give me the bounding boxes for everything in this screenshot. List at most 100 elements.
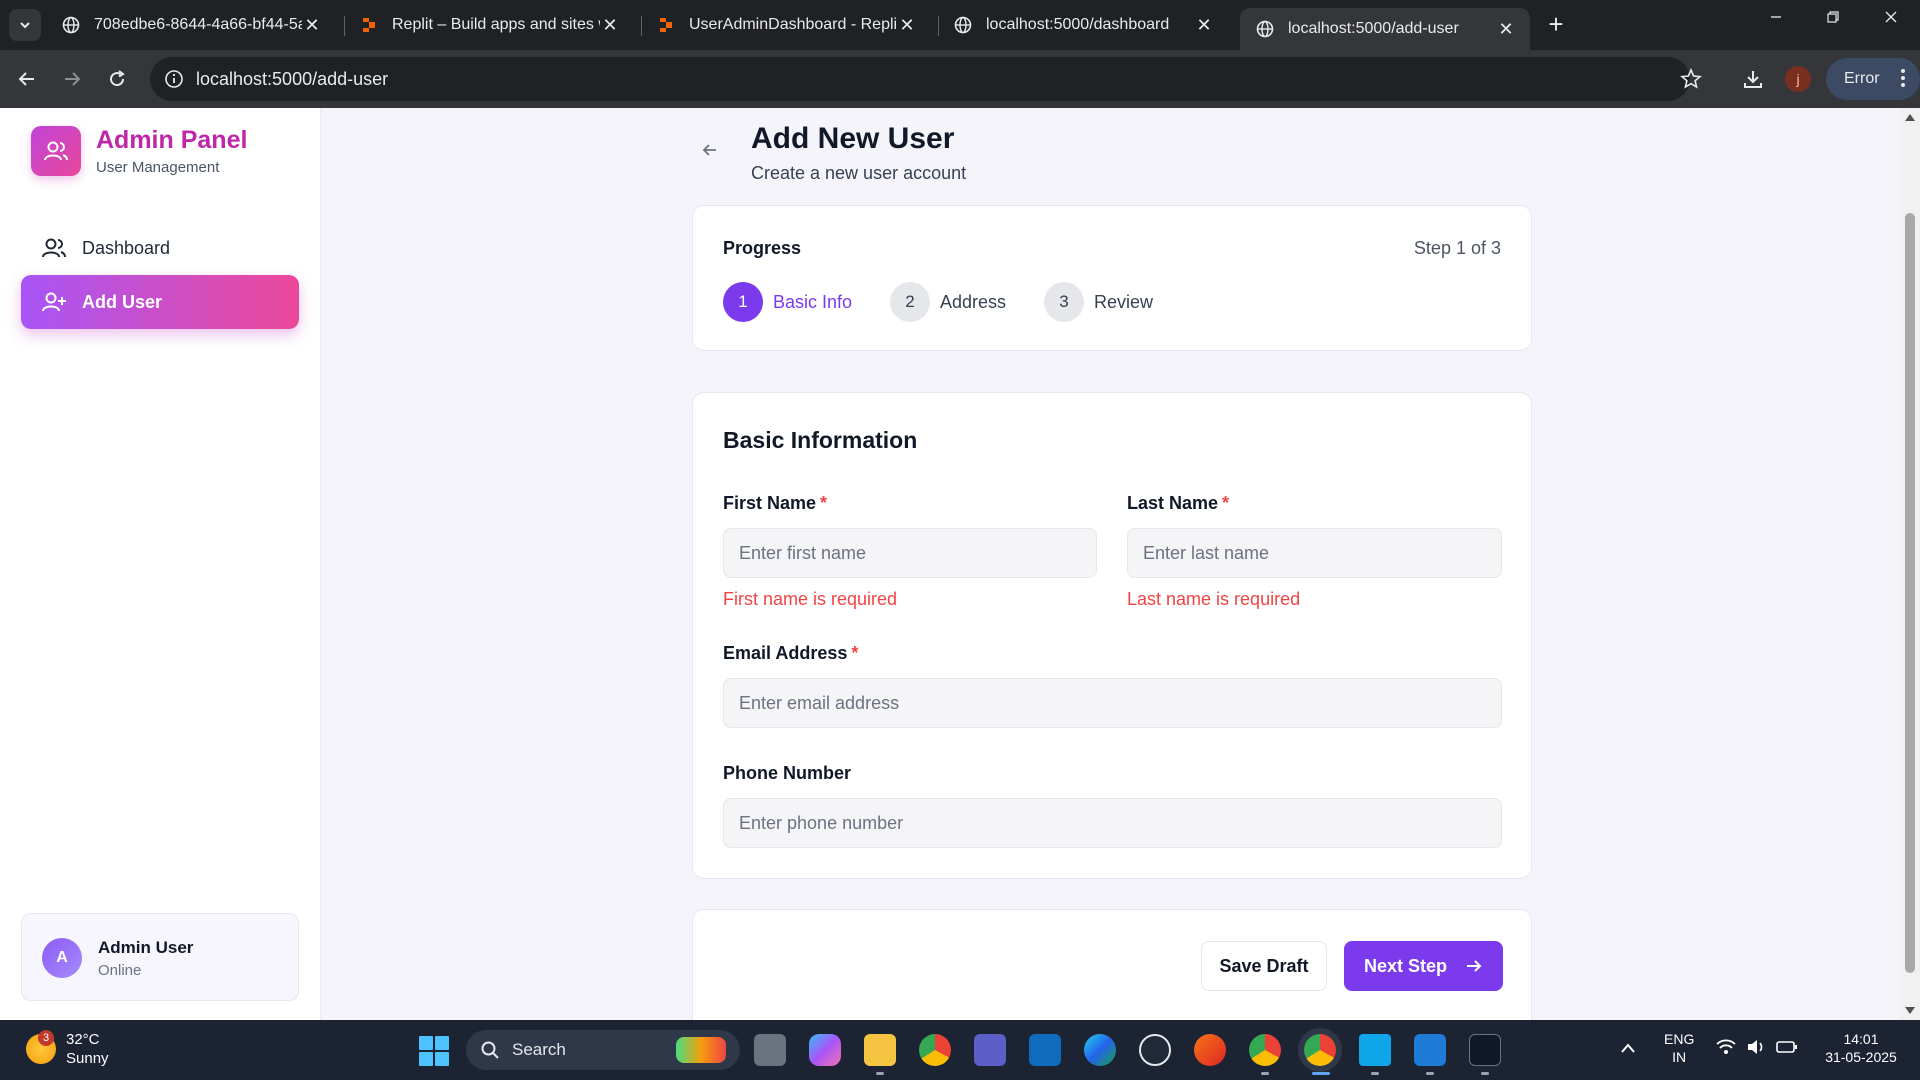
dell-icon[interactable] xyxy=(1139,1034,1171,1066)
sidebar: Admin Panel User Management Dashboard Ad… xyxy=(0,108,320,1020)
globe-icon xyxy=(1256,20,1274,38)
replit-icon xyxy=(360,16,378,34)
current-user-card[interactable]: A Admin User Online xyxy=(21,913,299,1001)
scroll-down-icon[interactable] xyxy=(1904,1006,1916,1016)
sidebar-item-dashboard[interactable]: Dashboard xyxy=(21,221,299,275)
user-name: Admin User xyxy=(98,938,194,957)
close-icon[interactable]: ✕ xyxy=(1194,15,1214,36)
first-name-input[interactable] xyxy=(723,528,1097,578)
phone-field[interactable] xyxy=(723,798,1502,848)
app-running-indicator xyxy=(1426,1072,1434,1075)
brand-title: Admin Panel xyxy=(96,126,248,154)
first-name-error: First name is required xyxy=(723,589,898,609)
browser-tab-1[interactable]: 708edbe6-8644-4a66-bf44-5a0 ✕ xyxy=(46,8,336,42)
site-info-icon[interactable] xyxy=(164,69,184,89)
restore-button[interactable] xyxy=(1813,8,1853,29)
sun-icon: 3 xyxy=(26,1030,56,1064)
label-text: First Name xyxy=(723,493,817,513)
volume-icon[interactable] xyxy=(1746,1039,1766,1059)
notepad-icon[interactable] xyxy=(1359,1034,1391,1066)
copilot-icon[interactable] xyxy=(809,1034,841,1066)
back-button[interactable] xyxy=(10,62,44,96)
browser-tab-2[interactable]: Replit – Build apps and sites wit ✕ xyxy=(344,8,634,42)
tab-title: localhost:5000/add-user xyxy=(1288,20,1459,37)
tray-overflow-icon[interactable] xyxy=(1620,1040,1636,1058)
clock[interactable]: 14:01 31-05-2025 xyxy=(1816,1030,1906,1066)
forward-button[interactable] xyxy=(55,62,89,96)
error-button[interactable]: Error xyxy=(1826,58,1920,100)
next-step-label: Next Step xyxy=(1363,955,1448,976)
terminal-icon[interactable] xyxy=(1469,1034,1501,1066)
windows-taskbar: 3 32°C Sunny Search ENG IN 14:01 31-05-2… xyxy=(0,1020,1920,1080)
replit-icon xyxy=(657,16,675,34)
chrome-icon[interactable] xyxy=(919,1034,951,1066)
close-icon[interactable]: ✕ xyxy=(897,15,917,36)
microsoft-store-icon[interactable] xyxy=(1029,1034,1061,1066)
language-indicator[interactable]: ENG IN xyxy=(1664,1030,1694,1066)
scrollbar-thumb[interactable] xyxy=(1905,213,1915,973)
minimize-icon xyxy=(1771,16,1781,18)
weather-widget[interactable]: 3 32°C Sunny xyxy=(26,1030,109,1068)
step-review[interactable]: 3 Review xyxy=(1044,282,1153,322)
last-name-error: Last name is required xyxy=(1127,589,1301,609)
close-icon[interactable]: ✕ xyxy=(600,15,620,36)
browser-tab-3[interactable]: UserAdminDashboard - Replit ✕ xyxy=(641,8,931,42)
new-tab-button[interactable]: + xyxy=(1542,10,1570,38)
step-basic-info[interactable]: 1 Basic Info xyxy=(723,282,852,322)
downloads-button[interactable] xyxy=(1736,62,1770,96)
weather-condition: Sunny xyxy=(66,1050,109,1067)
step-address[interactable]: 2 Address xyxy=(890,282,1006,322)
url-text[interactable]: localhost:5000/add-user xyxy=(196,69,388,90)
browser-tab-5-active[interactable]: localhost:5000/add-user ✕ xyxy=(1240,8,1530,50)
clock-time: 14:01 xyxy=(1843,1031,1879,1047)
minimize-button[interactable] xyxy=(1756,8,1796,29)
required-mark: * xyxy=(820,493,828,513)
back-arrow-button[interactable] xyxy=(700,140,724,164)
browser-tab-4[interactable]: localhost:5000/dashboard ✕ xyxy=(938,8,1228,42)
battery-icon[interactable] xyxy=(1776,1039,1798,1059)
profile-avatar[interactable]: j xyxy=(1785,66,1811,92)
reload-button[interactable] xyxy=(100,62,134,96)
start-button[interactable] xyxy=(419,1036,449,1066)
browser-toolbar: localhost:5000/add-user j Error xyxy=(0,50,1920,108)
step-number: 3 xyxy=(1044,282,1084,322)
main-content: Add New User Create a new user account P… xyxy=(320,108,1900,1020)
step-counter: Step 1 of 3 xyxy=(1413,238,1501,258)
brand-subtitle: User Management xyxy=(96,159,220,176)
edge-icon[interactable] xyxy=(1084,1034,1116,1066)
tab-title: UserAdminDashboard - Replit xyxy=(689,16,897,33)
task-view-icon[interactable] xyxy=(754,1034,786,1066)
tab-title: localhost:5000/dashboard xyxy=(986,16,1170,33)
app-running-indicator xyxy=(876,1072,884,1075)
app-running-indicator xyxy=(1261,1072,1269,1075)
step-label: Basic Info xyxy=(773,291,853,312)
wifi-icon[interactable] xyxy=(1716,1039,1736,1059)
email-field[interactable] xyxy=(723,678,1502,728)
address-bar[interactable]: localhost:5000/add-user xyxy=(150,57,1702,101)
page-scrollbar[interactable] xyxy=(1900,108,1920,1020)
scroll-up-icon[interactable] xyxy=(1904,112,1916,122)
close-icon[interactable]: ✕ xyxy=(302,15,322,36)
tab-search-button[interactable] xyxy=(9,9,41,41)
teams-icon[interactable] xyxy=(974,1034,1006,1066)
sidebar-item-add-user[interactable]: Add User xyxy=(21,275,299,329)
chrome-active-icon[interactable] xyxy=(1304,1034,1336,1066)
taskbar-search[interactable]: Search xyxy=(466,1030,740,1070)
globe-icon xyxy=(954,16,972,34)
next-step-button[interactable]: Next Step xyxy=(1344,941,1503,991)
chrome-profile-icon[interactable] xyxy=(1249,1034,1281,1066)
page-title: Add New User xyxy=(751,122,955,155)
vscode-icon[interactable] xyxy=(1414,1034,1446,1066)
save-draft-button[interactable]: Save Draft xyxy=(1201,941,1327,991)
firefox-icon[interactable] xyxy=(1194,1034,1226,1066)
brand-logo xyxy=(31,126,81,176)
search-highlight-icon xyxy=(676,1037,726,1063)
close-icon[interactable]: ✕ xyxy=(1496,19,1516,40)
page-subtitle: Create a new user account xyxy=(751,163,967,183)
reload-icon xyxy=(110,70,125,87)
file-explorer-icon[interactable] xyxy=(864,1034,896,1066)
last-name-input[interactable] xyxy=(1127,528,1502,578)
close-window-button[interactable] xyxy=(1871,8,1911,29)
star-icon[interactable] xyxy=(1680,68,1702,90)
close-icon xyxy=(1885,11,1897,23)
